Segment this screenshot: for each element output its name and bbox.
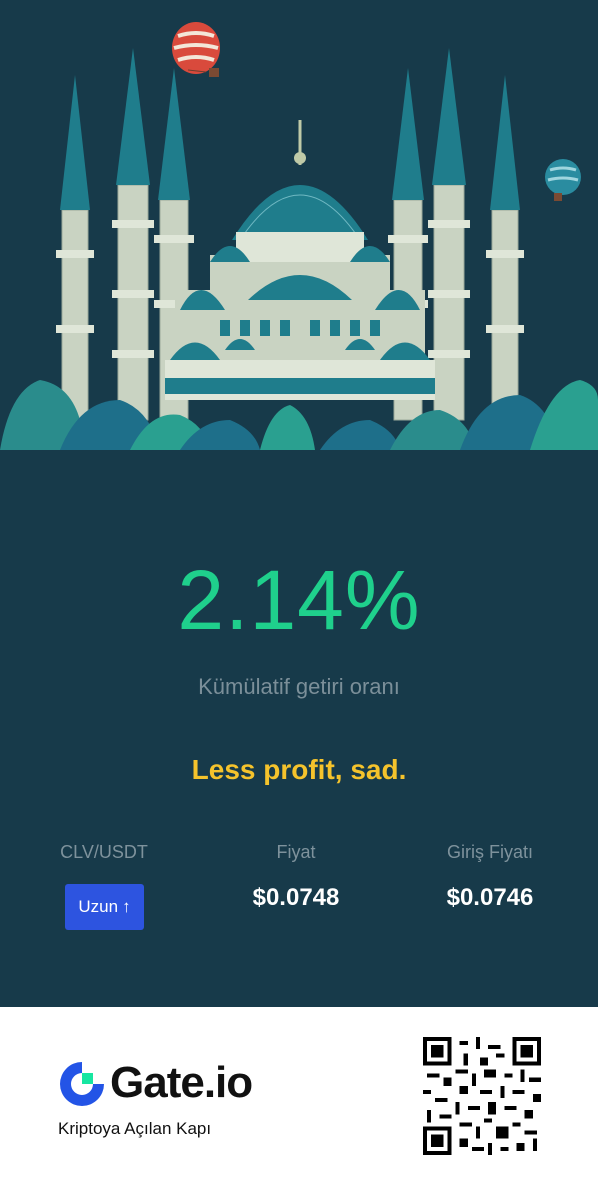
arrow-up-icon: ↑ bbox=[122, 897, 131, 916]
entry-price-value: $0.0746 bbox=[446, 884, 534, 911]
footer: Gate.io Kriptoya Açılan Kapı bbox=[0, 1007, 598, 1200]
brand-tagline: Kriptoya Açılan Kapı bbox=[58, 1119, 212, 1138]
qr-code[interactable] bbox=[423, 1037, 541, 1155]
mosque-illustration bbox=[0, 0, 598, 450]
profit-rate-label: Kümülatif getiri oranı bbox=[198, 674, 400, 699]
direction-label: Uzun bbox=[78, 897, 119, 916]
price-value: $0.0748 bbox=[252, 884, 340, 911]
result-message: Less profit, sad. bbox=[191, 754, 407, 785]
trading-pair: CLV/USDT bbox=[60, 842, 148, 862]
price-label: Fiyat bbox=[276, 842, 316, 862]
gate-logo-icon bbox=[60, 1062, 104, 1106]
entry-price-label: Giriş Fiyatı bbox=[446, 842, 533, 862]
brand-name: Gate.io bbox=[110, 1058, 253, 1107]
long-direction-button[interactable]: Uzun ↑ bbox=[65, 884, 144, 930]
profit-rate: 2.14% bbox=[177, 553, 421, 647]
